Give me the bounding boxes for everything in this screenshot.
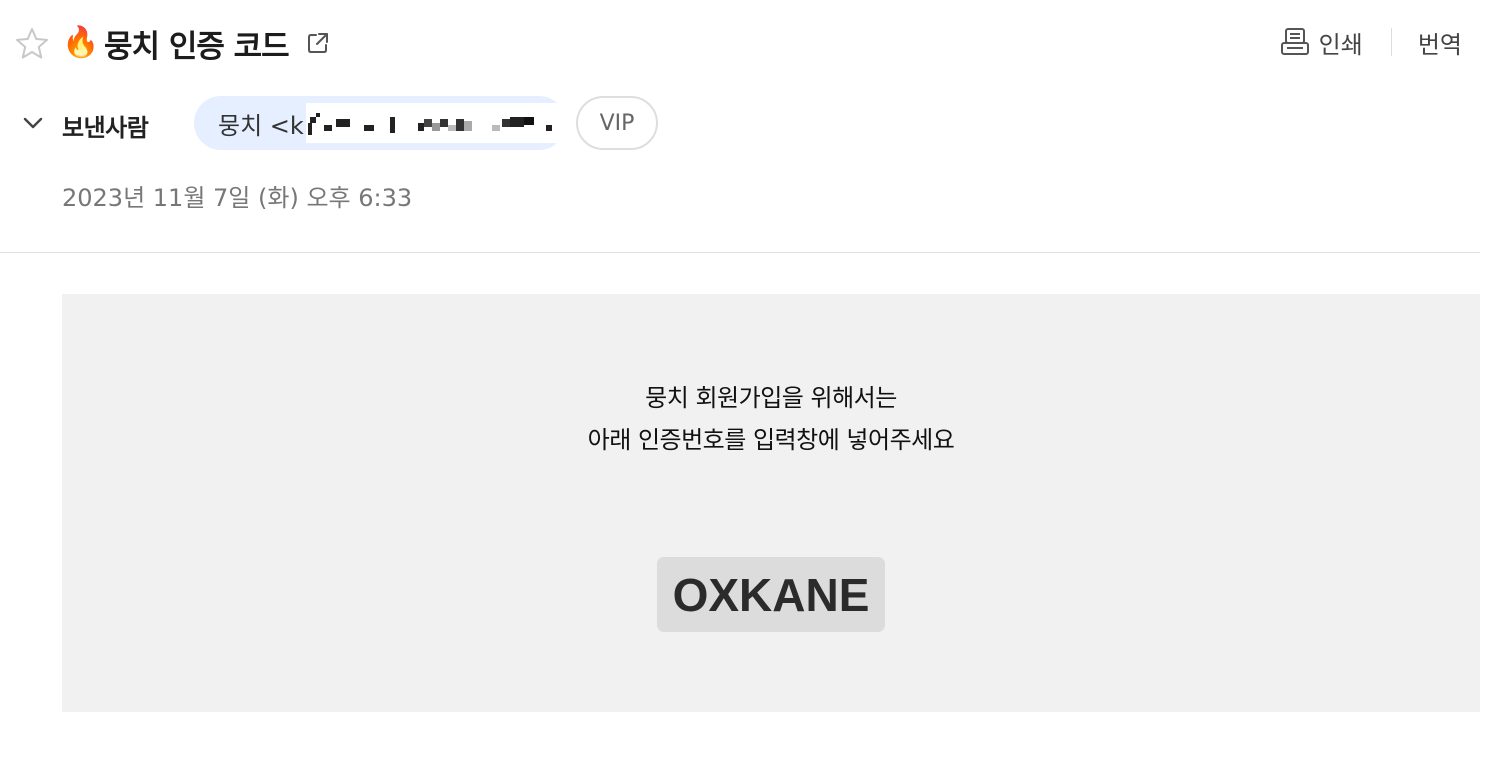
body-line-1: 뭉치 회원가입을 위해서는 (645, 384, 897, 412)
sender-row: 보낸사람 뭉치 <k VIP (0, 96, 1506, 152)
header-actions: 인쇄 번역 (1279, 22, 1462, 62)
header-divider (0, 252, 1480, 253)
external-link-icon[interactable] (305, 30, 331, 56)
sender-chip[interactable]: 뭉치 <k (194, 96, 566, 150)
sender-label: 보낸사람 (62, 114, 149, 142)
fire-emoji: 🔥 (62, 25, 100, 60)
print-icon (1280, 28, 1309, 55)
email-header: 🔥 뭉치 인증 코드 인쇄 번역 (0, 0, 1506, 86)
email-date: 2023년 11월 7일 (화) 오후 6:33 (62, 184, 413, 212)
email-body: 뭉치 회원가입을 위해서는 아래 인증번호를 입력창에 넣어주세요 OXKANE (62, 294, 1480, 712)
action-divider (1390, 28, 1392, 56)
verification-code-box: OXKANE (657, 557, 885, 632)
print-button[interactable]: 인쇄 (1279, 25, 1363, 60)
print-label: 인쇄 (1318, 30, 1363, 59)
translate-button[interactable]: 번역 (1418, 25, 1462, 60)
vip-button[interactable]: VIP (576, 96, 658, 150)
star-icon[interactable] (14, 26, 50, 62)
email-subject: 뭉치 인증 코드 (104, 28, 290, 65)
verification-code: OXKANE (672, 568, 870, 621)
email-view: 🔥 뭉치 인증 코드 인쇄 번역 보낸사람 뭉치 <k VIP 2023년 11… (0, 0, 1506, 760)
subject-line: 🔥 뭉치 인증 코드 (62, 20, 331, 66)
body-line-2: 아래 인증번호를 입력창에 넣어주세요 (587, 426, 955, 454)
chevron-down-icon[interactable] (20, 110, 46, 136)
redacted-email (305, 103, 566, 143)
sender-name: 뭉치 <k (218, 111, 304, 140)
